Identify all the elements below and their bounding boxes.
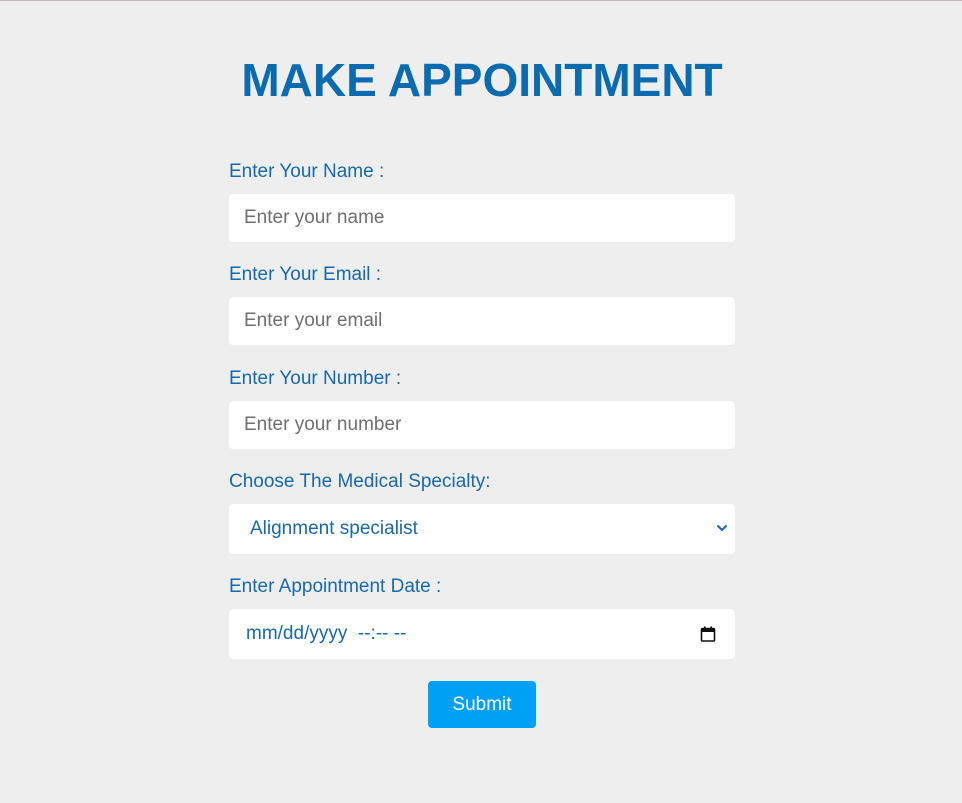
top-border: [0, 0, 962, 1]
email-input[interactable]: [229, 297, 735, 345]
submit-button[interactable]: Submit: [428, 681, 536, 728]
chevron-down-icon: [717, 525, 727, 531]
number-input[interactable]: [229, 401, 735, 449]
page-title: MAKE APPOINTMENT: [241, 54, 723, 106]
calendar-icon[interactable]: [700, 626, 716, 642]
number-label: Enter Your Number :: [229, 368, 402, 389]
specialty-label: Choose The Medical Specialty:: [229, 471, 491, 492]
appointment-date-input[interactable]: mm/dd/yyyy --:-- --: [229, 609, 735, 659]
specialty-select[interactable]: Alignment specialist: [229, 504, 735, 554]
name-input[interactable]: [229, 194, 735, 242]
specialty-selected-value: Alignment specialist: [250, 518, 418, 539]
date-placeholder: mm/dd/yyyy --:-- --: [246, 623, 407, 644]
date-label: Enter Appointment Date :: [229, 576, 442, 597]
email-label: Enter Your Email :: [229, 264, 382, 285]
name-label: Enter Your Name :: [229, 161, 385, 182]
